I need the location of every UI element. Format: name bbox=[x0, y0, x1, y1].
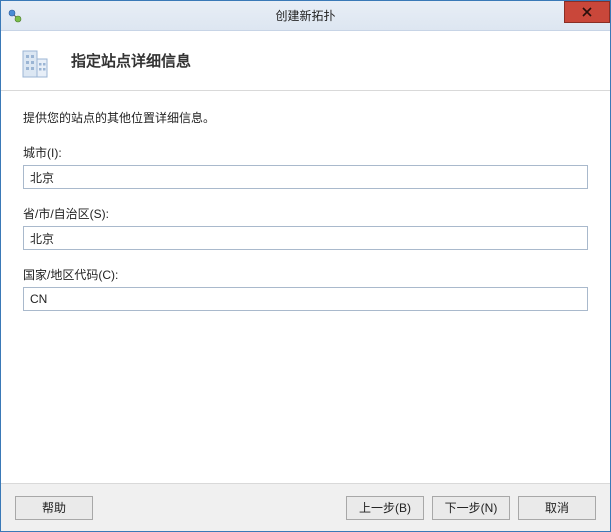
footer-right-buttons: 上一步(B) 下一步(N) 取消 bbox=[346, 496, 596, 520]
country-input[interactable] bbox=[23, 287, 588, 311]
country-label: 国家/地区代码(C): bbox=[23, 266, 588, 283]
window-title: 创建新拓扑 bbox=[1, 7, 610, 24]
wizard-footer: 帮助 上一步(B) 下一步(N) 取消 bbox=[1, 483, 610, 531]
field-group-country: 国家/地区代码(C): bbox=[23, 266, 588, 311]
app-icon bbox=[7, 8, 23, 24]
wizard-header: 指定站点详细信息 bbox=[1, 31, 610, 91]
help-button[interactable]: 帮助 bbox=[15, 496, 93, 520]
state-input[interactable] bbox=[23, 226, 588, 250]
close-icon bbox=[582, 7, 592, 17]
building-icon bbox=[17, 43, 53, 79]
instruction-text: 提供您的站点的其他位置详细信息。 bbox=[23, 109, 588, 126]
close-button[interactable] bbox=[564, 1, 610, 23]
field-group-state: 省/市/自治区(S): bbox=[23, 205, 588, 250]
state-label: 省/市/自治区(S): bbox=[23, 205, 588, 222]
wizard-content: 提供您的站点的其他位置详细信息。 城市(I): 省/市/自治区(S): 国家/地… bbox=[1, 91, 610, 483]
field-group-city: 城市(I): bbox=[23, 144, 588, 189]
city-label: 城市(I): bbox=[23, 144, 588, 161]
next-button[interactable]: 下一步(N) bbox=[432, 496, 510, 520]
dialog-window: 创建新拓扑 指定站点详细信息 bbox=[0, 0, 611, 532]
cancel-button[interactable]: 取消 bbox=[518, 496, 596, 520]
titlebar: 创建新拓扑 bbox=[1, 1, 610, 31]
back-button[interactable]: 上一步(B) bbox=[346, 496, 424, 520]
page-title: 指定站点详细信息 bbox=[71, 50, 191, 71]
city-input[interactable] bbox=[23, 165, 588, 189]
